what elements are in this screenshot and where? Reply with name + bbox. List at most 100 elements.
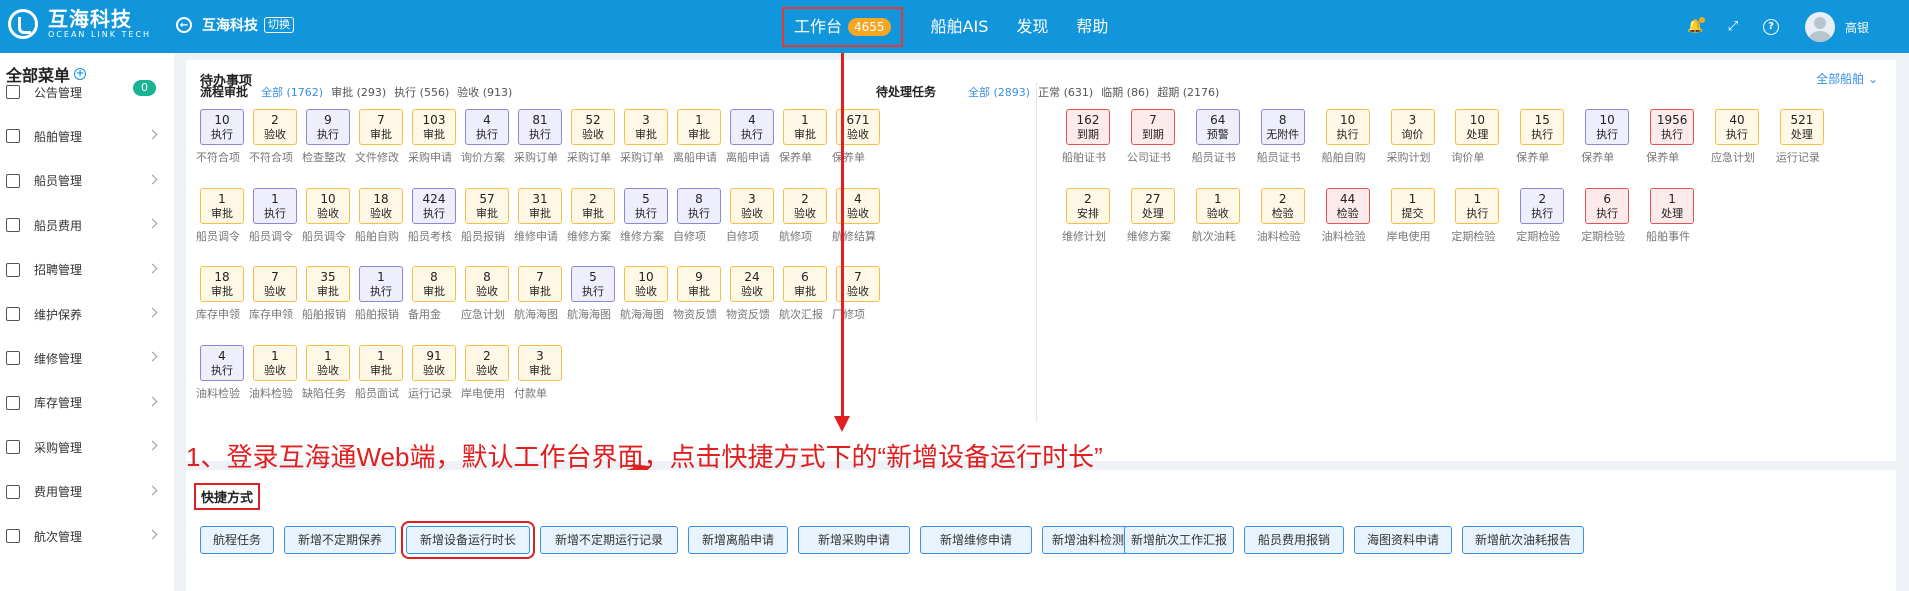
tile-box[interactable]: 4 执行: [730, 109, 774, 145]
todo-tile[interactable]: 2 检验 油料检验: [1257, 187, 1305, 244]
todo-tile[interactable]: 2 安排 维修计划: [1062, 187, 1110, 244]
tile-box[interactable]: 18 验收: [359, 187, 403, 224]
tile-box[interactable]: 5 执行: [571, 266, 615, 302]
tile-box[interactable]: 91 验收: [412, 344, 456, 381]
tile-box[interactable]: 1 审批: [200, 187, 244, 224]
todo-tile[interactable]: 8 执行 自修项: [673, 187, 721, 244]
todo-tile[interactable]: 521 处理 运行记录: [1776, 109, 1824, 165]
todo-tile[interactable]: 10 验收 航海海图: [620, 266, 668, 322]
shortcut-irregular-maintenance-button[interactable]: 新增不定期保养: [284, 526, 396, 554]
tile-box[interactable]: 40 执行: [1715, 109, 1759, 145]
tile-box[interactable]: 2 验收: [465, 344, 509, 381]
todo-tile[interactable]: 1 验收 航次油耗: [1192, 187, 1240, 244]
tile-box[interactable]: 18 审批: [200, 266, 244, 302]
tile-box[interactable]: 2 验收: [783, 187, 827, 224]
tile-box[interactable]: 2 审批: [571, 187, 615, 224]
todo-tile[interactable]: 1 审批 船员调令: [196, 187, 244, 244]
tile-box[interactable]: 521 处理: [1779, 109, 1824, 145]
tile-box[interactable]: 5 执行: [624, 187, 668, 224]
user-name[interactable]: 高银: [1845, 19, 1869, 36]
todo-tile[interactable]: 24 验收 物资反馈: [726, 266, 774, 322]
tile-box[interactable]: 8 执行: [677, 187, 721, 224]
tile-box[interactable]: 424 执行: [412, 187, 456, 224]
todo-tile[interactable]: 3 验收 自修项: [726, 187, 774, 244]
sidebar-item-ship[interactable]: 船舶管理: [0, 114, 174, 158]
shortcut-voyage-fuel-report-button[interactable]: 新增航次油耗报告: [1462, 526, 1584, 554]
sidebar-item-recruit[interactable]: 招聘管理: [0, 248, 174, 292]
todo-tile[interactable]: 162 到期 船舶证书: [1062, 109, 1110, 165]
todo-tile[interactable]: 40 执行 应急计划: [1711, 109, 1759, 165]
todo-tile[interactable]: 1 审批 离船申请: [673, 109, 721, 165]
tile-box[interactable]: 1 执行: [359, 266, 403, 302]
todo-tile[interactable]: 18 验收 船舶自购: [355, 187, 403, 244]
question-icon[interactable]: ?: [1762, 19, 1779, 35]
tile-box[interactable]: 24 验收: [730, 266, 774, 302]
tile-box[interactable]: 1 执行: [1455, 187, 1500, 224]
shortcut-oil-test-button[interactable]: 新增油料检测: [1042, 526, 1134, 554]
sidebar-item-crew-cost[interactable]: 船员费用: [0, 203, 174, 247]
todo-tile[interactable]: 103 审批 采购申请: [408, 109, 456, 165]
todo-tile[interactable]: 5 执行 维修方案: [620, 187, 668, 244]
tile-box[interactable]: 10 执行: [1325, 109, 1370, 145]
todo-tile[interactable]: 57 审批 船员报销: [461, 187, 509, 244]
todo-tile[interactable]: 15 执行 保养单: [1516, 109, 1565, 165]
todo-tile[interactable]: 2 验收 岸电使用: [461, 344, 509, 401]
todo-tile[interactable]: 10 处理 询价单: [1451, 109, 1500, 165]
sidebar-item-purchase[interactable]: 采购管理: [0, 425, 174, 469]
tile-box[interactable]: 64 预警: [1195, 109, 1240, 145]
tile-box[interactable]: 1 处理: [1650, 187, 1695, 224]
filter-tab[interactable]: 审批 (293): [331, 86, 386, 99]
todo-tile[interactable]: 1 执行 定期检验: [1451, 187, 1500, 244]
todo-tile[interactable]: 31 审批 维修申请: [514, 187, 562, 244]
tile-box[interactable]: 4 执行: [200, 344, 244, 381]
bell-icon[interactable]: 🔔: [1687, 17, 1705, 35]
todo-tile[interactable]: 44 检验 油料检验: [1322, 187, 1370, 244]
tile-box[interactable]: 3 审批: [518, 344, 562, 381]
shortcut-equipment-runtime-button[interactable]: 新增设备运行时长: [401, 521, 535, 559]
todo-tile[interactable]: 5 执行 航海海图: [567, 266, 615, 322]
filter-tab[interactable]: 临期 (86): [1101, 86, 1149, 99]
todo-tile[interactable]: 1 处理 船舶事件: [1646, 187, 1695, 244]
filter-tab[interactable]: 超期 (2176): [1157, 86, 1219, 99]
tile-box[interactable]: 81 执行: [518, 109, 562, 145]
todo-tile[interactable]: 10 执行 不符合项: [196, 109, 244, 165]
todo-tile[interactable]: 10 执行 船舶自购: [1322, 109, 1370, 165]
tile-box[interactable]: 3 询价: [1390, 109, 1435, 145]
todo-tile[interactable]: 64 预警 船员证书: [1192, 109, 1240, 165]
filter-tab[interactable]: 全部 (2893): [968, 86, 1030, 99]
tile-box[interactable]: 52 验收: [571, 109, 615, 145]
todo-tile[interactable]: 1 验收 油料检验: [249, 344, 297, 401]
shortcut-purchase-request-button[interactable]: 新增采购申请: [798, 526, 910, 554]
shortcut-leave-ship-button[interactable]: 新增离船申请: [688, 526, 788, 554]
todo-tile[interactable]: 52 验收 采购订单: [567, 109, 615, 165]
tile-box[interactable]: 1 审批: [783, 109, 827, 145]
tile-box[interactable]: 162 到期: [1066, 109, 1110, 145]
tile-box[interactable]: 103 审批: [412, 109, 456, 145]
todo-tile[interactable]: 7 到期 公司证书: [1127, 109, 1175, 165]
todo-tile[interactable]: 8 验收 应急计划: [461, 266, 509, 322]
shortcut-voyage-task-button[interactable]: 航程任务: [200, 526, 274, 554]
todo-tile[interactable]: 4 执行 询价方案: [461, 109, 509, 165]
todo-tile[interactable]: 10 验收 船员调令: [302, 187, 350, 244]
todo-tile[interactable]: 6 执行 定期检验: [1581, 187, 1630, 244]
filter-tab[interactable]: 执行 (556): [394, 86, 449, 99]
sidebar-item-maintenance[interactable]: 维护保养: [0, 292, 174, 336]
tile-box[interactable]: 1956 执行: [1650, 109, 1695, 145]
company-switcher[interactable]: ← 互海科技 切换: [176, 15, 294, 35]
tile-box[interactable]: 3 审批: [624, 109, 668, 145]
sidebar-item-crew[interactable]: 船员管理: [0, 159, 174, 203]
tile-box[interactable]: 9 执行: [306, 109, 350, 145]
tile-box[interactable]: 8 无附件: [1260, 109, 1305, 145]
filter-tab[interactable]: 全部 (1762): [261, 86, 323, 99]
nav-help[interactable]: 帮助: [1076, 7, 1108, 47]
todo-tile[interactable]: 10 执行 保养单: [1581, 109, 1630, 165]
tile-box[interactable]: 7 审批: [518, 266, 562, 302]
tile-box[interactable]: 57 审批: [465, 187, 509, 224]
tile-box[interactable]: 44 检验: [1325, 187, 1370, 224]
tile-box[interactable]: 3 验收: [730, 187, 774, 224]
tile-box[interactable]: 6 执行: [1585, 187, 1630, 224]
tile-box[interactable]: 1 审批: [359, 344, 403, 381]
todo-tile[interactable]: 1 审批 船员面试: [355, 344, 403, 401]
all-ships-dropdown[interactable]: 全部船舶 ⌄: [1816, 70, 1878, 87]
todo-tile[interactable]: 81 执行 采购订单: [514, 109, 562, 165]
